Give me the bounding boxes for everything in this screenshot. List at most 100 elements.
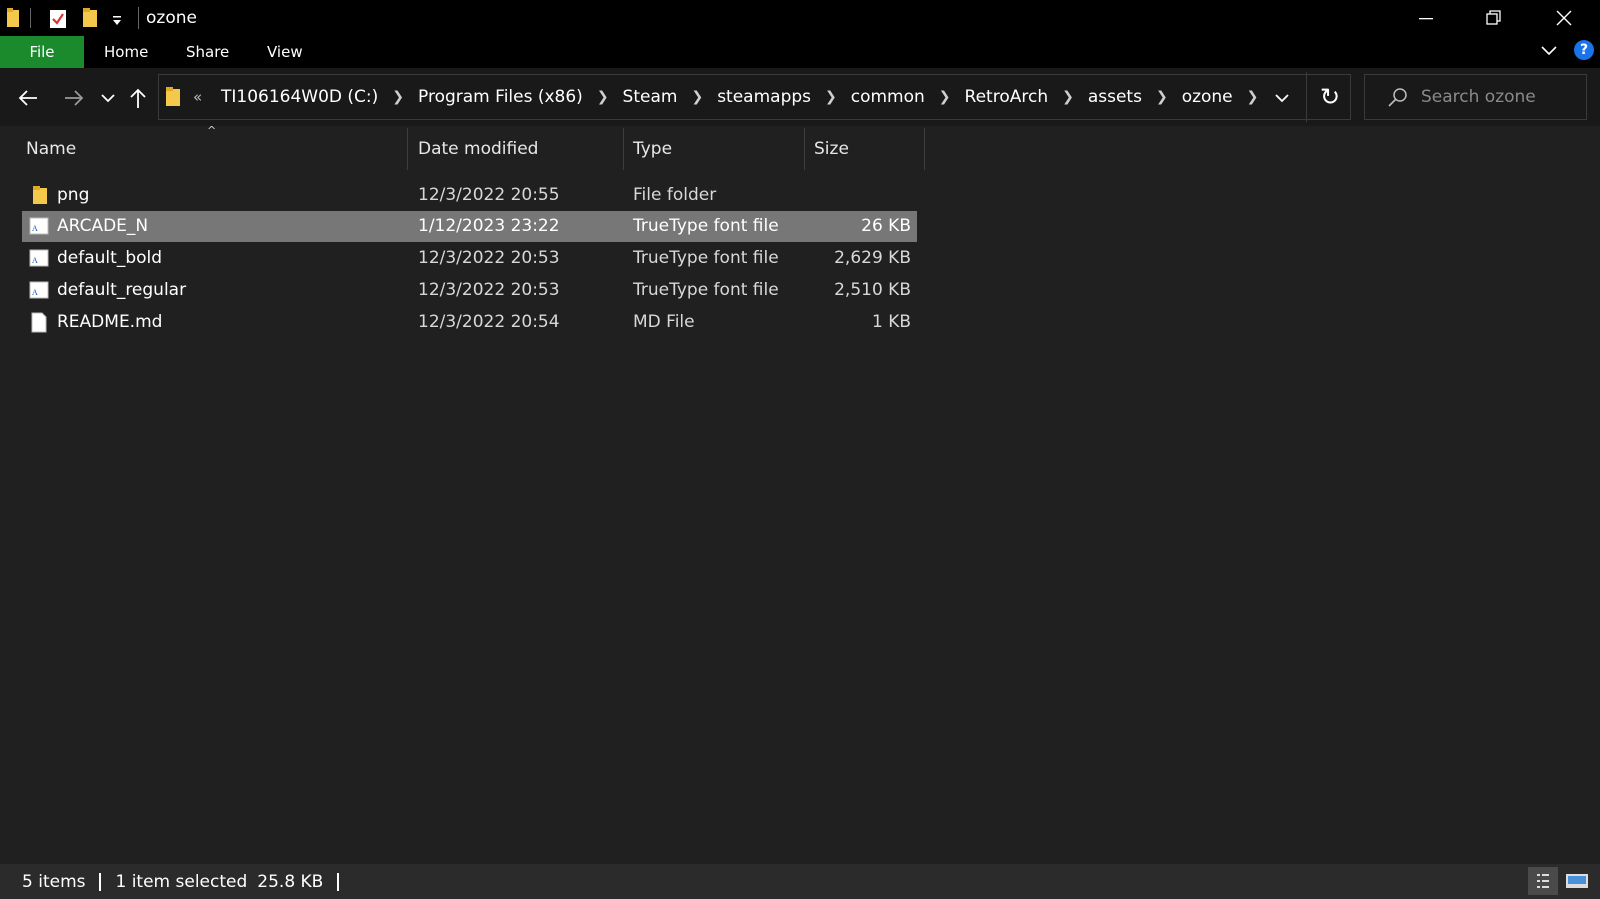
column-header-name[interactable]: Name [26, 128, 76, 170]
help-icon[interactable]: ? [1574, 40, 1594, 60]
breadcrumb-item[interactable]: common [840, 87, 936, 107]
ribbon-bar [0, 36, 1600, 68]
back-button[interactable] [14, 82, 42, 114]
address-overflow[interactable]: « [193, 85, 202, 109]
file-row-default-bold[interactable]: A default_bold 12/3/2022 20:53 TrueType … [22, 243, 917, 274]
column-header-date-modified[interactable]: Date modified [418, 128, 538, 170]
file-date: 1/12/2023 23:22 [418, 216, 560, 236]
breadcrumb-item[interactable]: RetroArch [954, 87, 1060, 107]
document-icon [31, 312, 47, 333]
file-row-default-regular[interactable]: A default_regular 12/3/2022 20:53 TrueTy… [22, 275, 917, 306]
file-size: 2,510 KB [834, 280, 911, 300]
title-bar [0, 0, 1600, 36]
file-row-png[interactable]: png 12/3/2022 20:55 File folder [22, 180, 917, 211]
item-count: 5 items [22, 872, 86, 892]
chevron-right-icon[interactable]: ❯ [389, 89, 407, 105]
restore-icon [1486, 10, 1501, 25]
column-divider[interactable] [804, 128, 805, 170]
file-size: 26 KB [861, 216, 911, 236]
breadcrumb-item[interactable]: TI106164W0D (C:) [210, 87, 389, 107]
chevron-right-icon[interactable]: ❯ [1244, 89, 1262, 105]
chevron-right-icon[interactable]: ❯ [936, 89, 954, 105]
file-name: default_regular [57, 280, 187, 300]
up-arrow-icon [130, 88, 146, 108]
file-date: 12/3/2022 20:53 [418, 280, 560, 300]
column-header-size[interactable]: Size [814, 128, 849, 170]
font-file-icon: A [29, 281, 49, 299]
up-button[interactable] [124, 82, 152, 114]
folder-icon [165, 86, 181, 112]
folder-icon [33, 186, 47, 204]
svg-text:A: A [32, 288, 38, 297]
breadcrumb-item[interactable]: Steam [612, 87, 689, 107]
details-view-icon [1537, 874, 1549, 888]
forward-button[interactable] [60, 82, 88, 114]
address-dropdown-button[interactable] [1274, 89, 1290, 108]
refresh-icon[interactable]: ↻ [1320, 83, 1340, 111]
folder-icon [6, 7, 20, 29]
sort-ascending-icon: ^ [207, 124, 217, 137]
font-file-icon: A [29, 217, 49, 235]
minimize-button[interactable] [1392, 0, 1460, 36]
title-divider [138, 7, 139, 29]
breadcrumb-item[interactable]: ozone [1171, 87, 1244, 107]
file-type: File folder [633, 185, 717, 205]
tab-file[interactable]: File [0, 36, 84, 68]
file-type: TrueType font file [633, 280, 779, 300]
file-name: README.md [57, 312, 163, 332]
status-divider [99, 873, 102, 891]
tab-share[interactable]: Share [186, 36, 229, 68]
svg-text:A: A [32, 256, 38, 265]
address-divider [1306, 72, 1307, 122]
svg-text:A: A [32, 224, 38, 233]
restore-button[interactable] [1460, 0, 1528, 36]
expand-ribbon-icon[interactable] [1540, 43, 1558, 62]
minimize-icon [1419, 18, 1433, 20]
file-size: 1 KB [871, 312, 911, 332]
tab-home[interactable]: Home [104, 36, 148, 68]
close-icon [1556, 10, 1572, 26]
chevron-right-icon[interactable]: ❯ [1153, 89, 1171, 105]
file-date: 12/3/2022 20:55 [418, 185, 560, 205]
new-folder-icon[interactable] [82, 7, 98, 29]
chevron-right-icon[interactable]: ❯ [688, 89, 706, 105]
forward-arrow-icon [65, 90, 84, 106]
selection-count: 1 item selected [115, 872, 248, 892]
status-divider [337, 873, 340, 891]
chevron-right-icon[interactable]: ❯ [594, 89, 612, 105]
customize-qat-icon[interactable] [111, 12, 123, 34]
file-type: TrueType font file [633, 216, 779, 236]
chevron-right-icon[interactable]: ❯ [1059, 89, 1077, 105]
back-arrow-icon [18, 90, 37, 106]
search-input[interactable] [1421, 86, 1571, 108]
recent-locations-button[interactable] [94, 82, 122, 114]
quick-access-divider [30, 8, 31, 28]
large-icons-view-button[interactable] [1562, 870, 1592, 892]
close-button[interactable] [1530, 0, 1598, 36]
file-name: default_bold [57, 248, 163, 268]
large-icons-view-icon [1566, 874, 1588, 888]
column-divider[interactable] [924, 128, 925, 170]
breadcrumb-item[interactable]: Program Files (x86) [407, 87, 594, 107]
file-type: MD File [633, 312, 695, 332]
breadcrumb-item[interactable]: steamapps [706, 87, 822, 107]
properties-icon[interactable] [49, 7, 67, 29]
font-file-icon: A [29, 249, 49, 267]
column-divider[interactable] [407, 128, 408, 170]
chevron-down-icon [1275, 94, 1289, 103]
file-date: 12/3/2022 20:53 [418, 248, 560, 268]
file-type: TrueType font file [633, 248, 779, 268]
details-view-button[interactable] [1528, 867, 1558, 895]
file-date: 12/3/2022 20:54 [418, 312, 560, 332]
column-header-type[interactable]: Type [633, 128, 672, 170]
tab-view[interactable]: View [267, 36, 303, 68]
breadcrumb: TI106164W0D (C:) ❯ Program Files (x86) ❯ S… [210, 85, 1261, 109]
file-row-arcade-n[interactable]: A ARCADE_N 1/12/2023 23:22 TrueType font… [22, 211, 917, 242]
chevron-right-icon[interactable]: ❯ [822, 89, 840, 105]
status-text: 5 items 1 item selected 25.8 KB [22, 870, 353, 894]
search-box[interactable] [1364, 74, 1587, 120]
file-row-readme[interactable]: README.md 12/3/2022 20:54 MD File 1 KB [22, 307, 917, 338]
column-divider[interactable] [623, 128, 624, 170]
selection-size: 25.8 KB [257, 872, 324, 892]
breadcrumb-item[interactable]: assets [1077, 87, 1153, 107]
